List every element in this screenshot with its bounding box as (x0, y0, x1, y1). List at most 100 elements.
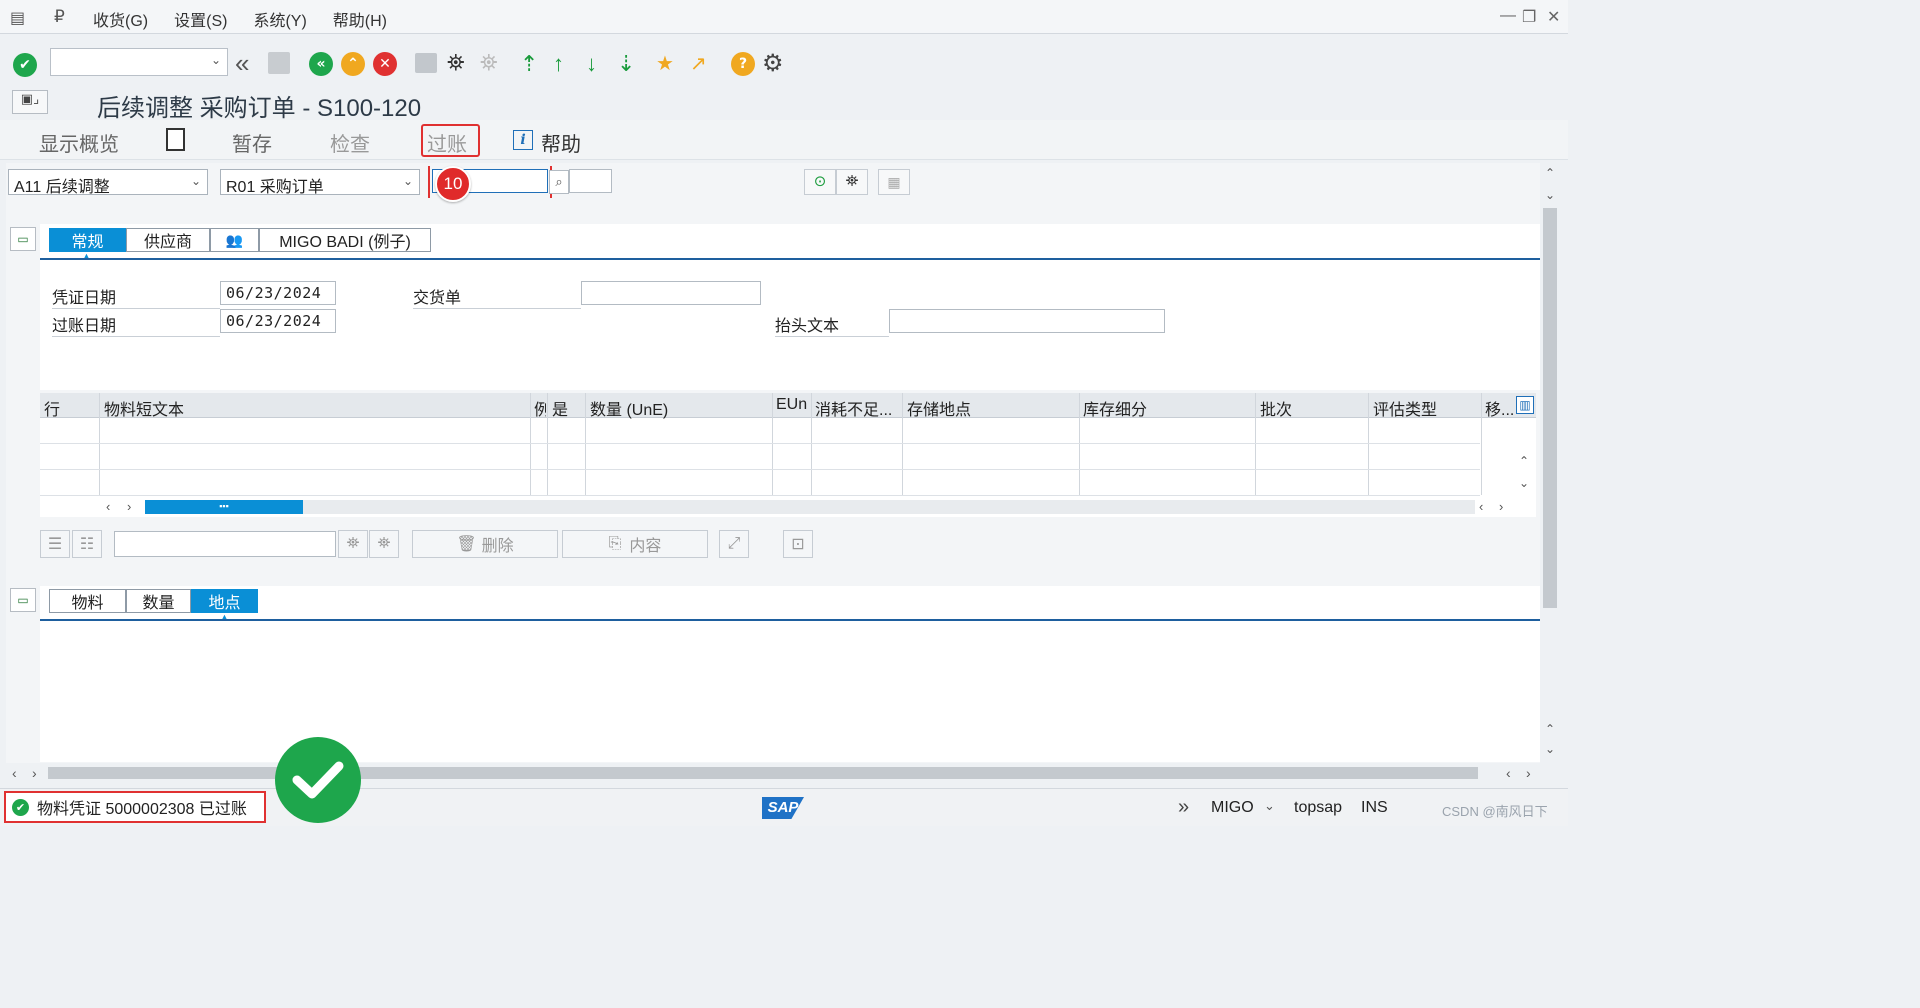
col-header-flag[interactable]: 例 (534, 396, 546, 420)
transaction-code[interactable]: MIGO (1211, 799, 1254, 817)
new-session-icon[interactable]: ★ (656, 51, 674, 76)
lock-button[interactable]: ⊡ (783, 530, 813, 558)
help-icon[interactable]: ? (730, 51, 756, 77)
grid-scroll-down-icon[interactable]: ⌄ (1519, 476, 1529, 490)
double-chevron-right-icon[interactable]: » (1178, 796, 1189, 819)
po-item-input[interactable] (569, 169, 612, 193)
filter-button[interactable]: ☷ (72, 530, 102, 558)
grid-scroll-up-icon[interactable]: ⌃ (1519, 454, 1529, 468)
scroll-left-icon[interactable]: ‹ (1506, 765, 1511, 781)
minimize-icon[interactable]: — (1500, 7, 1516, 25)
col-header-material-text[interactable]: 物料短文本 (104, 396, 184, 420)
find-icon[interactable]: ⛯ (836, 169, 868, 195)
menu-item-settings[interactable]: 设置(S) (174, 7, 227, 31)
col-header-shortfall[interactable]: 消耗不足... (815, 396, 905, 420)
menu-item-system[interactable]: 系统(Y) (253, 7, 306, 31)
column-layout-icon[interactable]: ▥ (1516, 396, 1534, 414)
hold-button[interactable]: 暂存 (232, 128, 272, 157)
col-header-eun[interactable]: EUn (776, 396, 807, 414)
input-mode[interactable]: INS (1361, 799, 1388, 817)
collapse-header-icon[interactable]: ▭ (10, 227, 36, 251)
collapse-detail-icon[interactable]: ▭ (10, 588, 36, 612)
restore-icon[interactable]: ❐ (1522, 7, 1536, 27)
command-field[interactable]: ⌄ (50, 48, 228, 76)
col-header-stock-segment[interactable]: 库存细分 (1083, 396, 1147, 420)
expand-button[interactable]: ⤢ (719, 530, 749, 558)
item-search-input[interactable] (114, 531, 336, 557)
grid-scroll-right-icon[interactable]: › (127, 499, 131, 514)
document-icon[interactable] (166, 128, 185, 151)
scroll-left-icon[interactable]: ‹ (12, 765, 17, 781)
header-text-input[interactable] (889, 309, 1165, 333)
next-page-icon[interactable]: ↓ (586, 51, 597, 77)
table-row[interactable] (40, 469, 1480, 470)
grid-scroll-right-icon[interactable]: › (1499, 499, 1503, 514)
previous-page-icon[interactable]: ↑ (553, 51, 564, 77)
check-button[interactable]: 检查 (330, 128, 370, 157)
status-message[interactable]: ✔ 物料凭证 5000002308 已过账 (4, 791, 266, 823)
delivery-note-input[interactable] (581, 281, 761, 305)
exit-icon[interactable]: ⌃ (340, 51, 366, 77)
find-item-button[interactable]: ⛯ (338, 530, 368, 558)
doc-date-input[interactable]: 06/23/2024 (220, 281, 336, 305)
scroll-right-icon[interactable]: › (1526, 765, 1531, 781)
shortcut-icon[interactable]: ↗ (690, 51, 707, 76)
menu-icon[interactable]: ▤ (10, 8, 25, 28)
find-next-icon[interactable]: ⛯ (480, 50, 498, 76)
tab-where[interactable]: 地点 (191, 589, 258, 613)
col-header-ok[interactable]: 是 (552, 396, 568, 420)
scroll-right-icon[interactable]: › (32, 765, 37, 781)
col-header-valuation-type[interactable]: 评估类型 (1373, 396, 1437, 420)
sap-logo-mini-icon[interactable]: ₽ (54, 7, 65, 27)
tab-migo-badi[interactable]: MIGO BADI (例子) (259, 228, 431, 252)
table-row[interactable] (40, 443, 1480, 444)
menu-item-help[interactable]: 帮助(H) (333, 7, 387, 31)
delete-button[interactable]: 🗑 删除 (412, 530, 558, 558)
menu-item-receipt[interactable]: 收货(G) (93, 7, 148, 31)
align-left-button[interactable]: ☰ (40, 530, 70, 558)
last-page-icon[interactable]: ⇣ (617, 51, 635, 77)
action-select[interactable]: A11 后续调整 ⌄ (8, 169, 208, 196)
search-help-icon[interactable]: ⌕ (549, 170, 569, 194)
grid-scroll-left-icon[interactable]: ‹ (106, 499, 110, 514)
scroll-up-icon[interactable]: ⌃ (1545, 722, 1555, 736)
post-date-input[interactable]: 06/23/2024 (220, 309, 336, 333)
col-header-batch[interactable]: 批次 (1260, 396, 1292, 420)
overview-button[interactable]: 显示概览 (39, 128, 119, 157)
double-chevron-left-icon[interactable]: « (235, 48, 249, 79)
find-next-item-button[interactable]: ⛯ (369, 530, 399, 558)
save-icon[interactable] (268, 52, 290, 74)
tab-material[interactable]: 物料 (49, 589, 126, 613)
contents-button[interactable]: ⎘ 内容 (562, 530, 708, 558)
grid-scroll-left-icon[interactable]: ‹ (1479, 499, 1483, 514)
cancel-icon[interactable]: ✕ (372, 51, 398, 77)
enter-icon[interactable]: ✔ (12, 52, 38, 78)
settings-gear-icon[interactable]: ⚙ (762, 49, 784, 78)
tab-general[interactable]: 常规 (49, 228, 126, 252)
reference-select[interactable]: R01 采购订单 ⌄ (220, 169, 420, 196)
back-icon[interactable]: « (308, 51, 334, 77)
vertical-scrollbar[interactable] (1543, 208, 1557, 608)
info-icon[interactable]: i (513, 130, 533, 150)
grid-horizontal-scrollbar[interactable]: ▪▪▪ (145, 500, 1475, 514)
tab-vendor[interactable]: 供应商 (126, 228, 210, 252)
chevron-down-icon[interactable]: ⌄ (1264, 798, 1275, 814)
col-header-line[interactable]: 行 (44, 396, 60, 420)
first-page-icon[interactable]: ⇡ (520, 51, 538, 77)
scroll-up-icon[interactable]: ⌃ (1545, 166, 1555, 180)
transaction-icon[interactable]: ▣⌟ (12, 90, 48, 114)
scroll-down-icon[interactable]: ⌄ (1545, 188, 1555, 202)
print-icon[interactable] (415, 53, 437, 73)
table-row[interactable] (40, 495, 1480, 496)
close-window-icon[interactable]: ✕ (1547, 7, 1560, 27)
tab-quantity[interactable]: 数量 (126, 589, 191, 613)
help-button[interactable]: 帮助 (541, 128, 581, 157)
main-horizontal-scrollbar[interactable] (48, 767, 1478, 779)
find-icon[interactable]: ⛯ (447, 50, 465, 76)
tab-partners[interactable]: 👥 (210, 228, 259, 252)
scroll-down-icon[interactable]: ⌄ (1545, 742, 1555, 756)
grid-scroll-thumb[interactable]: ▪▪▪ (145, 500, 303, 514)
execute-icon[interactable]: ⊙ (804, 169, 836, 195)
col-header-storage-location[interactable]: 存储地点 (907, 396, 971, 420)
col-header-quantity[interactable]: 数量 (UnE) (590, 396, 668, 420)
